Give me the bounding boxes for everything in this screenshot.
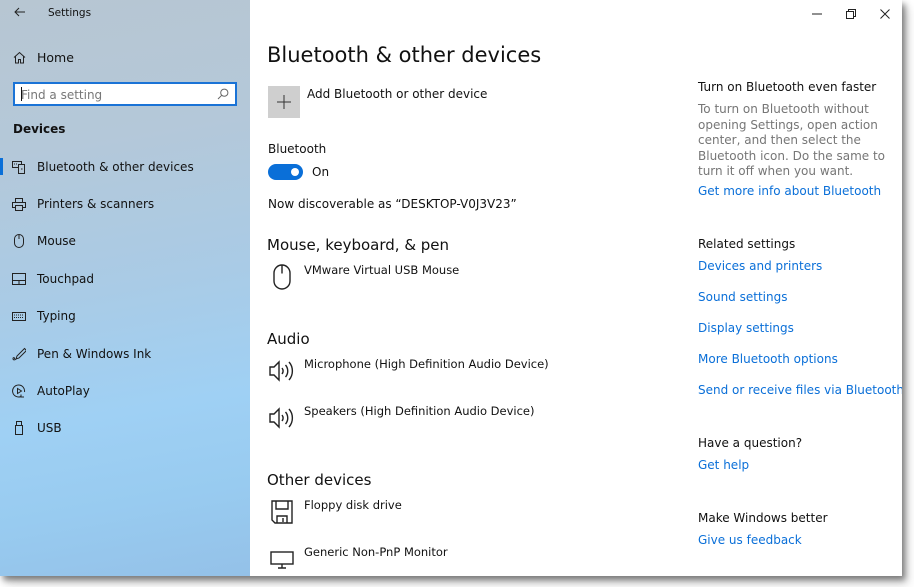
app-title: Settings [48, 7, 92, 19]
sidebar-item-autoplay[interactable]: AutoPlay [0, 372, 250, 409]
mouse-icon [268, 263, 296, 291]
home-icon [12, 50, 26, 64]
pen-icon [12, 347, 26, 361]
sidebar-item-label: Mouse [37, 234, 76, 249]
give-feedback-link[interactable]: Give us feedback [698, 533, 802, 547]
sidebar-item-label: USB [37, 421, 62, 436]
speaker-icon [268, 404, 296, 432]
sidebar-item-home[interactable]: Home [12, 47, 74, 67]
page-title: Bluetooth & other devices [267, 43, 542, 67]
device-name: Floppy disk drive [304, 498, 402, 512]
text-caret [21, 87, 22, 101]
autoplay-icon [12, 384, 26, 398]
sidebar-item-bluetooth[interactable]: Bluetooth & other devices [0, 148, 250, 185]
get-help-link[interactable]: Get help [698, 458, 749, 472]
minimize-button[interactable] [800, 0, 834, 28]
device-item[interactable]: Generic Non-PnP Monitor [268, 545, 448, 573]
sidebar: Settings Home Devices Bluetooth & other … [0, 0, 250, 576]
more-bluetooth-options-link[interactable]: More Bluetooth options [698, 352, 838, 366]
send-receive-files-link[interactable]: Send or receive files via Bluetooth [698, 383, 902, 397]
toggle-knob [291, 168, 299, 176]
device-name: VMware Virtual USB Mouse [304, 263, 460, 277]
device-name: Generic Non-PnP Monitor [304, 545, 448, 559]
sidebar-item-label: Bluetooth & other devices [37, 159, 194, 174]
search-icon[interactable] [217, 88, 229, 100]
back-button[interactable] [10, 5, 30, 23]
discoverable-status: Now discoverable as “DESKTOP-V0J3V23” [268, 197, 517, 211]
sidebar-item-typing[interactable]: Typing [0, 298, 250, 335]
device-item[interactable]: Speakers (High Definition Audio Device) [268, 404, 535, 432]
settings-window: Settings Home Devices Bluetooth & other … [0, 0, 902, 576]
device-name: Microphone (High Definition Audio Device… [304, 357, 549, 371]
add-device-label: Add Bluetooth or other device [307, 87, 488, 101]
device-name: Speakers (High Definition Audio Device) [304, 404, 535, 418]
main-content: Bluetooth & other devices Add Bluetooth … [250, 0, 902, 576]
search-input[interactable] [15, 85, 205, 105]
device-item[interactable]: VMware Virtual USB Mouse [268, 263, 459, 291]
back-arrow-icon [14, 7, 25, 17]
usb-icon [12, 421, 26, 436]
feedback-header: Make Windows better [698, 511, 828, 525]
restore-icon [846, 9, 856, 19]
tip-text: To turn on Bluetooth without opening Set… [698, 102, 886, 179]
bluetooth-toggle[interactable] [268, 164, 303, 180]
sidebar-item-mouse[interactable]: Mouse [0, 223, 250, 260]
device-item[interactable]: Microphone (High Definition Audio Device… [268, 357, 549, 385]
printer-icon [12, 197, 26, 212]
section-label-devices: Devices [13, 122, 66, 136]
sidebar-item-label: AutoPlay [37, 384, 90, 399]
related-settings-header: Related settings [698, 237, 796, 251]
add-tile [268, 86, 300, 118]
add-device-button[interactable]: Add Bluetooth or other device [268, 86, 487, 118]
title-bar-left: Settings [0, 0, 250, 28]
home-label: Home [37, 49, 74, 65]
bluetooth-label: Bluetooth [268, 142, 327, 156]
selection-indicator [0, 158, 3, 175]
display-settings-link[interactable]: Display settings [698, 321, 794, 335]
bluetooth-devices-icon [12, 160, 26, 174]
minimize-icon [812, 13, 822, 15]
sidebar-nav: Bluetooth & other devices Printers & sca… [0, 148, 250, 447]
group-title-input-devices: Mouse, keyboard, & pen [267, 236, 450, 254]
bluetooth-toggle-state: On [312, 165, 330, 179]
sidebar-item-label: Printers & scanners [37, 197, 155, 212]
restore-button[interactable] [834, 0, 868, 28]
sidebar-item-label: Touchpad [37, 271, 95, 286]
bluetooth-info-link[interactable]: Get more info about Bluetooth [698, 184, 881, 198]
device-item[interactable]: Floppy disk drive [268, 498, 402, 526]
group-title-other-devices: Other devices [267, 471, 372, 489]
keyboard-icon [12, 309, 26, 323]
plus-icon [277, 95, 291, 109]
sidebar-item-label: Typing [37, 309, 76, 324]
tip-header: Turn on Bluetooth even faster [698, 80, 877, 94]
sidebar-item-usb[interactable]: USB [0, 410, 250, 447]
monitor-icon [268, 545, 296, 573]
sidebar-item-label: Pen & Windows Ink [37, 346, 152, 361]
question-header: Have a question? [698, 436, 803, 450]
floppy-disk-icon [268, 498, 296, 526]
sidebar-item-pen[interactable]: Pen & Windows Ink [0, 335, 250, 372]
group-title-audio: Audio [267, 330, 310, 348]
close-icon [880, 9, 890, 19]
sound-settings-link[interactable]: Sound settings [698, 290, 787, 304]
sidebar-item-touchpad[interactable]: Touchpad [0, 260, 250, 297]
close-button[interactable] [868, 0, 902, 28]
sidebar-item-printers[interactable]: Printers & scanners [0, 185, 250, 222]
touchpad-icon [12, 272, 26, 286]
window-controls [800, 0, 902, 28]
devices-and-printers-link[interactable]: Devices and printers [698, 259, 822, 273]
speaker-icon [268, 357, 296, 385]
search-box[interactable] [13, 82, 237, 106]
mouse-icon [12, 234, 26, 249]
